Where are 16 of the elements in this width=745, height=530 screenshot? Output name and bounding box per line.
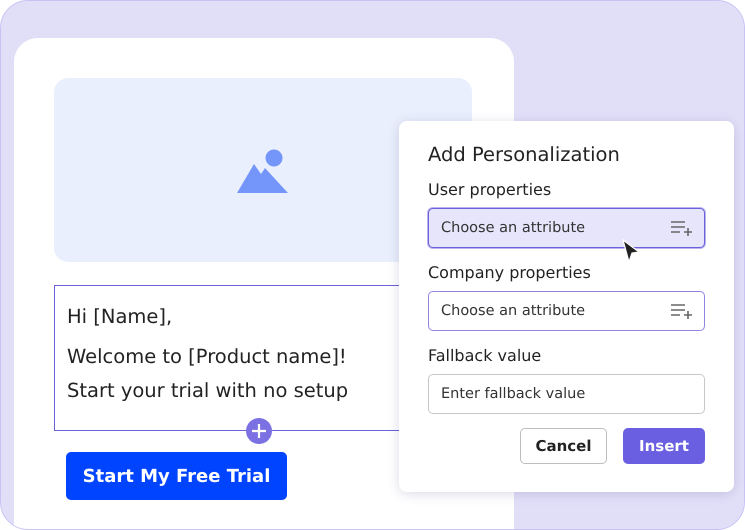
insert-button[interactable]: Insert	[623, 428, 705, 464]
email-text: Welcome to [Product name]!	[67, 345, 347, 368]
start-trial-button[interactable]: Start My Free Trial	[66, 452, 287, 500]
attribute-select[interactable]: Choose an attribute	[428, 291, 705, 331]
list-add-icon	[670, 220, 692, 236]
fallback-input[interactable]: Enter fallback value	[428, 374, 705, 414]
email-text: Start your trial with no setup	[67, 379, 348, 402]
add-icon[interactable]	[246, 418, 272, 444]
attribute-select[interactable]: Choose an attribute	[428, 208, 705, 248]
list-add-icon	[670, 303, 692, 319]
field-label: Company properties	[428, 262, 592, 284]
image-icon	[237, 149, 289, 193]
field-label: User properties	[428, 179, 552, 201]
email-text: Hi [Name],	[67, 305, 172, 328]
dialog-title: Add Personalization	[428, 142, 621, 168]
cancel-button[interactable]: Cancel	[520, 428, 607, 464]
